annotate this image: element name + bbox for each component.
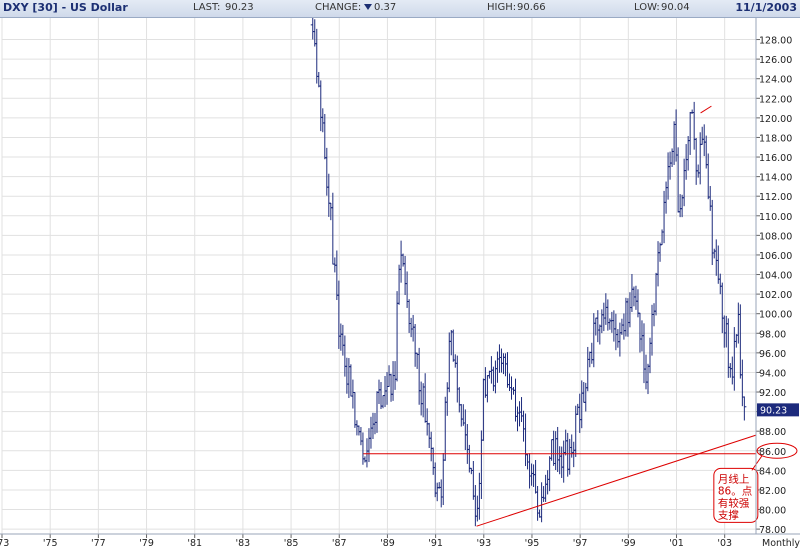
x-tick-label: '01 [669,538,684,549]
x-tick-label: '97 [573,538,588,549]
plot-area [0,18,756,534]
change-down-icon [362,2,374,13]
y-tick-label: 88.00 [759,427,786,438]
annotation-text-line: 有较强 [718,496,750,509]
x-tick-label: '93 [476,538,491,549]
x-tick-label: '75 [43,538,58,549]
y-tick-label: 114.00 [759,173,792,184]
low-label: LOW: [634,2,660,13]
x-tick-label: '81 [187,538,202,549]
annotation-text-line: 支撑 [718,508,739,521]
last-label: LAST: [193,2,221,13]
y-tick-label: 92.00 [759,388,786,399]
x-tick-label: '73 [0,538,9,549]
y-tick-label: 94.00 [759,368,786,379]
high-label: HIGH: [487,2,517,13]
x-axis: '73 '75 '77 '79 '81 '83 '85 '87 '89 '91 '93 '95 '97 '… [0,534,800,549]
last-price-label: 90.23 [760,405,787,416]
chart-date: 11/1/2003 [735,1,797,14]
price-chart: 78.0080.0082.0084.0086.0088.0090.0092.00… [0,18,800,549]
x-tick-label: '79 [139,538,154,549]
last-value: 90.23 [225,2,254,13]
y-tick-label: 96.00 [759,349,786,360]
x-tick-label: '91 [428,538,443,549]
annotation-text-line: 月线上 [718,472,750,485]
x-tick-label: '89 [380,538,395,549]
y-tick-label: 116.00 [759,153,792,164]
y-tick-label: 110.00 [759,212,792,223]
y-tick-label: 120.00 [759,114,792,125]
y-tick-label: 128.00 [759,36,792,47]
change-value: 0.37 [374,2,397,13]
y-tick-label: 112.00 [759,192,792,203]
y-tick-label: 82.00 [759,486,786,497]
frequency-label: Monthly [762,538,800,549]
y-tick-label: 100.00 [759,310,792,321]
x-tick-label: '77 [91,538,106,549]
x-tick-label: '95 [525,538,540,549]
high-value: 90.66 [517,2,546,13]
x-tick-label: '83 [236,538,251,549]
y-tick-label: 84.00 [759,466,786,477]
y-tick-label: 118.00 [759,133,792,144]
y-tick-label: 122.00 [759,94,792,105]
chart-title: DXY [30] - US Dollar [3,1,128,14]
annotation-text-line: 86。点 [718,485,752,497]
y-tick-label: 124.00 [759,75,792,86]
y-tick-label: 98.00 [759,329,786,340]
y-axis: 78.0080.0082.0084.0086.0088.0090.0092.00… [756,36,799,536]
x-tick-label: '85 [284,538,299,549]
y-tick-label: 106.00 [759,251,792,262]
y-tick-label: 108.00 [759,231,792,242]
y-tick-label: 80.00 [759,506,786,517]
y-tick-label: 126.00 [759,55,792,66]
x-tick-label: '03 [717,538,732,549]
x-tick-label: '99 [621,538,636,549]
x-tick-label: '87 [332,538,347,549]
change-label: CHANGE: [315,2,362,13]
y-tick-label: 104.00 [759,271,792,282]
low-value: 90.04 [661,2,690,13]
y-tick-label: 102.00 [759,290,792,301]
chart-header: DXY [30] - US Dollar LAST: 90.23 CHANGE:… [0,0,800,18]
